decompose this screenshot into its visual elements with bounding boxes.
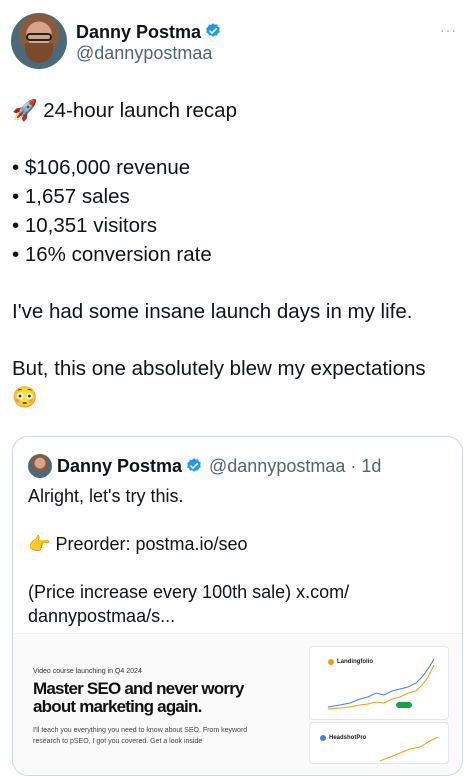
- quoted-verified-badge-icon: [187, 458, 201, 472]
- tweet-title: 24-hour launch recap: [43, 99, 237, 122]
- quoted-author-name: Danny Postma: [57, 456, 183, 476]
- avatar-beard: [25, 43, 53, 63]
- stat-visitors: • 10,351 visitors: [12, 214, 158, 237]
- quoted-line-1: Alright, let's try this.: [28, 486, 184, 506]
- tweet-text: 🚀 24-hour launch recap • $106,000 revenu…: [12, 96, 462, 412]
- stat-sales: • 1,657 sales: [12, 185, 130, 208]
- author-name[interactable]: Danny Postma: [76, 22, 201, 43]
- stat-conversion: • 16% conversion rate: [12, 243, 212, 266]
- media-kicker: Video course launching in Q4 2024: [33, 668, 142, 675]
- quoted-media-preview[interactable]: Video course launching in Q4 2024 Master…: [13, 633, 462, 775]
- tweet-paragraph-2: I've had some insane launch days in my l…: [12, 300, 413, 323]
- preorder-link[interactable]: Preorder: postma.io/seo: [55, 534, 247, 554]
- author-avatar[interactable]: [11, 13, 67, 69]
- flushed-emoji-icon: 😳: [12, 386, 38, 409]
- quoted-author-avatar: [28, 454, 52, 478]
- tweet-paragraph-3: But, this one absolutely blew my expecta…: [12, 357, 426, 380]
- pointing-hand-emoji-icon: 👉: [28, 534, 51, 554]
- media-headline: Master SEO and never worry about marketi…: [33, 679, 244, 716]
- avatar-glasses: [26, 33, 52, 41]
- media-subtext: I'll teach you everything you need to kn…: [33, 727, 248, 745]
- rocket-emoji-icon: 🚀: [12, 99, 38, 122]
- landingfolio-chart-card: Landingfolio: [309, 646, 449, 720]
- headshotpro-sparkline: [379, 736, 439, 762]
- quoted-author-handle-time: @dannypostmaa · 1d: [209, 456, 382, 476]
- quoted-tweet[interactable]: Danny Postma @dannypostmaa · 1d Alright,…: [12, 436, 463, 776]
- verified-badge-icon: [206, 23, 220, 37]
- headshotpro-chart-card: HeadshotPro: [309, 722, 449, 764]
- quoted-tweet-text: Alright, let's try this. 👉 Preorder: pos…: [28, 484, 448, 628]
- author-handle[interactable]: @dannypostmaa: [76, 43, 212, 64]
- quoted-line-3[interactable]: (Price increase every 100th sale) x.com/…: [28, 580, 448, 628]
- more-options-icon[interactable]: ···: [440, 22, 457, 38]
- stat-revenue: • $106,000 revenue: [12, 156, 191, 179]
- landingfolio-sparkline: [327, 658, 435, 710]
- chart-highlight-pill: [396, 702, 412, 708]
